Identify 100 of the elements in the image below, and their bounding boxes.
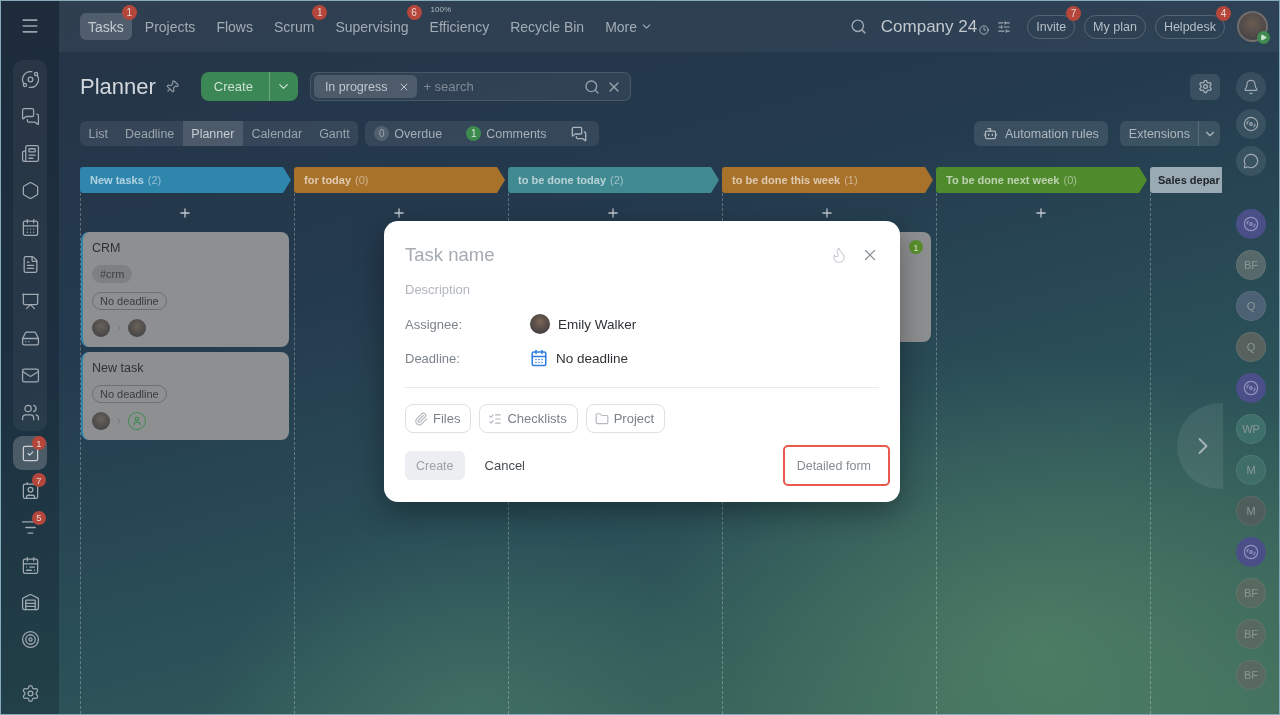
notification-badge: 1: [121, 5, 137, 20]
paperclip-icon: [414, 411, 428, 426]
avatar: [92, 412, 110, 430]
nav-tab[interactable]: Efficiency: [421, 13, 498, 40]
calendar-icon: [530, 349, 548, 367]
read-all-button[interactable]: [570, 125, 587, 142]
task-card[interactable]: New task No deadline: [81, 352, 289, 440]
counter-label: Comments: [486, 126, 547, 141]
column-title: To be done next week: [946, 174, 1060, 186]
field-label: Deadline:: [405, 350, 461, 366]
chat-avatar[interactable]: Q: [1236, 291, 1266, 321]
rail-tool-button[interactable]: [1236, 109, 1266, 139]
attachment-button[interactable]: Project: [585, 404, 666, 433]
column-title: Sales depar: [1158, 174, 1220, 186]
tag[interactable]: #crm: [92, 265, 133, 283]
sidebar-button[interactable]: 5: [13, 510, 47, 545]
bell-icon: [1243, 79, 1259, 95]
counter-filter[interactable]: 0 Overdue: [374, 126, 443, 141]
chat-logo-icon[interactable]: [1236, 209, 1266, 239]
plus-icon: [1034, 206, 1048, 220]
settings-button[interactable]: [1190, 73, 1220, 100]
comment-count-badge: 1: [909, 240, 923, 254]
presentation-board-icon: [20, 291, 40, 311]
extensions-button[interactable]: Extensions: [1119, 121, 1198, 146]
cancel-button[interactable]: Cancel: [474, 451, 535, 480]
task-title: New task: [92, 360, 144, 376]
view-tab[interactable]: Deadline: [116, 121, 183, 146]
sliders-icon: [997, 19, 1012, 34]
extensions-dropdown-button[interactable]: [1198, 121, 1220, 146]
target-icon: [20, 630, 40, 650]
column-title: to be done this week: [732, 174, 841, 186]
chat-logo-icon[interactable]: [1236, 373, 1266, 403]
column-title: New tasks: [90, 174, 144, 186]
column-title: to be done today: [518, 174, 606, 186]
nav-tab[interactable]: Projects: [136, 13, 204, 40]
warehouse-icon: [20, 593, 40, 613]
company-name: Company 24: [880, 16, 978, 37]
field-value[interactable]: No deadline: [530, 349, 629, 367]
settings-icon: [1197, 79, 1213, 94]
play-badge-icon: [1257, 31, 1270, 44]
detailed-form-button[interactable]: Detailed form: [782, 445, 890, 486]
view-tab[interactable]: Calendar: [242, 121, 311, 146]
rail-tool-button[interactable]: [1236, 146, 1266, 176]
attachment-button[interactable]: Checklists: [479, 404, 578, 433]
column-count: (2): [147, 174, 162, 186]
newspaper-icon: [20, 143, 40, 163]
view-tab[interactable]: Gantt: [310, 121, 359, 146]
notification-badge: 7: [1066, 5, 1082, 21]
avatar: [530, 314, 550, 334]
filter-chip[interactable]: In progress: [313, 75, 418, 98]
menu-icon: [20, 16, 40, 36]
chat-bubble-icon: [1243, 153, 1259, 169]
sidebar-button[interactable]: 7: [13, 473, 47, 508]
nav-tab[interactable]: Flows: [208, 13, 261, 40]
view-tab[interactable]: Planner: [182, 121, 243, 146]
filter-search-field[interactable]: In progress + search: [309, 72, 631, 101]
search-icon: [849, 18, 867, 35]
efficiency-percent: 100%: [430, 5, 451, 14]
create-button[interactable]: Create: [200, 72, 269, 101]
disc-icon: [1243, 116, 1259, 132]
count-badge: 1: [466, 126, 482, 141]
field-value[interactable]: Emily Walker: [530, 314, 637, 334]
plus-icon: [178, 206, 192, 220]
search-icon: [583, 78, 600, 95]
sidebar-button[interactable]: 1: [13, 436, 47, 470]
page-title: Planner: [80, 73, 156, 100]
checklist-icon: [488, 411, 503, 426]
users-icon: [20, 402, 40, 422]
nav-tab[interactable]: More: [597, 13, 662, 40]
column-title: for today: [304, 174, 352, 186]
view-tab[interactable]: List: [80, 121, 117, 146]
task-card[interactable]: CRM #crm No deadline: [81, 232, 289, 347]
task-title: CRM: [92, 240, 121, 256]
notifications-button[interactable]: [1236, 72, 1266, 102]
notification-badge: 5: [32, 510, 46, 525]
notification-badge: 1: [312, 5, 328, 20]
column-count: (1): [844, 174, 858, 186]
chat-bubbles-icon: [570, 125, 587, 142]
checkbox-icon: [20, 443, 40, 463]
flame-icon: [830, 246, 848, 264]
orbit-icon: [20, 69, 40, 89]
nav-tab[interactable]: Recycle Bin: [502, 13, 593, 40]
automation-rules-button[interactable]: Automation rules: [974, 121, 1108, 146]
calendar-icon: [20, 217, 40, 237]
settings-icon: [20, 683, 40, 703]
avatar: [92, 319, 110, 337]
hexagon-icon: [20, 180, 40, 200]
calendar-icon: [20, 555, 40, 575]
settings-sliders-button[interactable]: [997, 19, 1012, 34]
contact-card-icon: [20, 480, 40, 500]
plus-icon: [820, 206, 834, 220]
chat-logo-icon[interactable]: [1236, 537, 1266, 567]
notification-badge: 7: [32, 473, 46, 488]
search-button[interactable]: [849, 18, 867, 35]
counter-filter[interactable]: 1 Comments: [466, 126, 547, 141]
attachment-button[interactable]: Files: [405, 404, 472, 433]
create-dropdown-button[interactable]: [268, 72, 298, 101]
counter-label: Overdue: [394, 126, 443, 141]
robot-icon: [983, 126, 999, 141]
user-avatar[interactable]: [1237, 11, 1268, 42]
